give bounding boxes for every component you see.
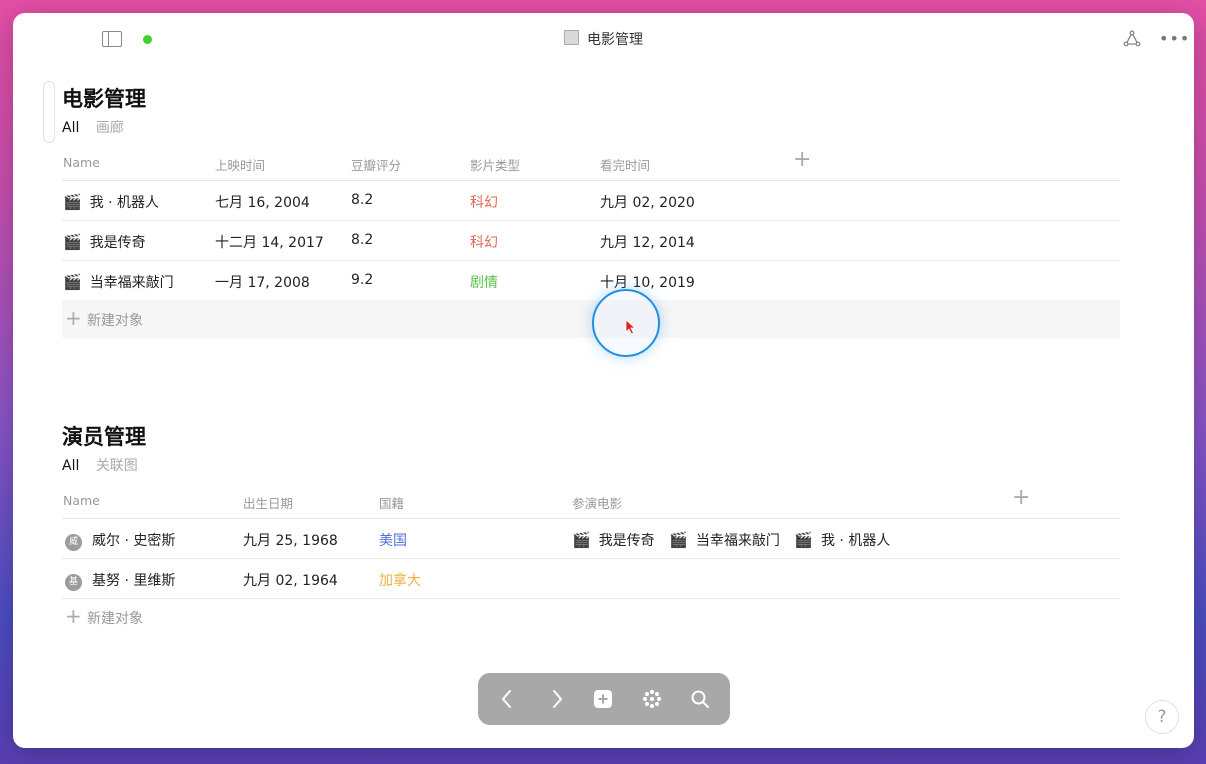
column-header[interactable]: 出生日期 bbox=[243, 493, 293, 512]
cursor-icon bbox=[625, 319, 637, 335]
genre-tag: 剧情 bbox=[470, 275, 498, 291]
actors-view-tabs: All 关联图 bbox=[62, 455, 138, 475]
birth-date: 九月 02, 1964 bbox=[243, 573, 338, 589]
movie-name: 当幸福来敲门 bbox=[89, 275, 174, 291]
new-object-label: 新建对象 bbox=[87, 313, 143, 329]
tab-relation-graph[interactable]: 关联图 bbox=[96, 458, 138, 474]
release-date: 一月 17, 2008 bbox=[215, 275, 310, 291]
row-name-cell[interactable]: 威威尔 · 史密斯 bbox=[65, 530, 175, 551]
title-bar: 电影管理 ••• bbox=[13, 13, 1194, 65]
tab-gallery[interactable]: 画廊 bbox=[96, 120, 124, 136]
column-header[interactable]: 国籍 bbox=[379, 493, 404, 512]
country-tag: 美国 bbox=[379, 533, 407, 549]
movie-link[interactable]: 🎬 我是传奇 bbox=[572, 531, 655, 549]
table-row[interactable]: 🎬 我 · 机器人 七月 16, 2004 8.2 科幻 九月 02, 2020 bbox=[62, 181, 1120, 221]
clapperboard-icon: 🎬 bbox=[63, 233, 82, 251]
table-row[interactable]: 🎬 我是传奇 十二月 14, 2017 8.2 科幻 九月 12, 2014 bbox=[62, 221, 1120, 261]
movies-view-tabs: All 画廊 bbox=[62, 117, 124, 137]
watched-date: 九月 12, 2014 bbox=[600, 235, 695, 251]
rating: 8.2 bbox=[351, 192, 374, 208]
window-title: 电影管理 bbox=[13, 29, 1194, 49]
watched-date: 九月 02, 2020 bbox=[600, 195, 695, 211]
row-name-cell[interactable]: 🎬 当幸福来敲门 bbox=[63, 272, 174, 292]
column-header[interactable]: Name bbox=[63, 155, 100, 170]
tab-all[interactable]: All bbox=[62, 458, 79, 474]
movie-name: 我 · 机器人 bbox=[89, 195, 160, 211]
table-row[interactable]: 威威尔 · 史密斯 九月 25, 1968 美国 🎬 我是传奇 🎬 当幸福来敲门 🎬… bbox=[62, 519, 1120, 559]
movie-name: 我是传奇 bbox=[89, 235, 146, 251]
clapperboard-icon: 🎬 bbox=[63, 273, 82, 291]
table-row[interactable]: 🎬 当幸福来敲门 一月 17, 2008 9.2 剧情 十月 10, 2019 bbox=[62, 261, 1120, 301]
country-tag: 加拿大 bbox=[379, 573, 421, 589]
new-object-label: 新建对象 bbox=[87, 611, 143, 627]
add-column-button[interactable]: + bbox=[793, 149, 811, 171]
movie-link[interactable]: 🎬 当幸福来敲门 bbox=[669, 531, 780, 549]
row-name-cell[interactable]: 🎬 我是传奇 bbox=[63, 232, 146, 252]
column-header[interactable]: 看完时间 bbox=[600, 155, 650, 174]
back-icon[interactable] bbox=[495, 687, 519, 711]
actors-section-title: 演员管理 bbox=[62, 425, 146, 449]
avatar: 基 bbox=[65, 574, 82, 591]
genre-tag: 科幻 bbox=[470, 195, 498, 211]
new-object-row[interactable]: + 新建对象 bbox=[62, 598, 1120, 636]
avatar: 威 bbox=[65, 534, 82, 551]
more-icon[interactable]: ••• bbox=[1159, 29, 1190, 48]
watched-date: 十月 10, 2019 bbox=[600, 275, 695, 291]
plus-icon: + bbox=[65, 306, 82, 330]
app-window: 电影管理 ••• 电影管理 All 画廊 Name 上映时间 豆瓣评分 影片类型… bbox=[13, 13, 1194, 748]
help-button[interactable]: ? bbox=[1145, 700, 1179, 734]
birth-date: 九月 25, 1968 bbox=[243, 533, 338, 549]
actor-name: 基努 · 里维斯 bbox=[92, 573, 176, 589]
release-date: 七月 16, 2004 bbox=[215, 195, 310, 211]
rating: 9.2 bbox=[351, 272, 374, 288]
window-title-text: 电影管理 bbox=[587, 32, 643, 48]
row-name-cell[interactable]: 🎬 我 · 机器人 bbox=[63, 192, 159, 212]
page-outline-handle[interactable] bbox=[43, 81, 55, 143]
clapperboard-icon: 🎬 bbox=[669, 531, 688, 549]
movie-link[interactable]: 🎬 我 · 机器人 bbox=[794, 531, 890, 549]
apps-icon[interactable] bbox=[640, 687, 664, 711]
share-icon[interactable] bbox=[1123, 30, 1141, 48]
genre-tag: 科幻 bbox=[470, 235, 498, 251]
new-object-row[interactable]: + 新建对象 bbox=[62, 300, 1120, 338]
movies-header-row: Name 上映时间 豆瓣评分 影片类型 看完时间 + bbox=[62, 144, 1120, 181]
actors-header-row: Name 出生日期 国籍 参演电影 + bbox=[62, 482, 1120, 519]
bottom-toolbar bbox=[478, 673, 730, 725]
row-name-cell[interactable]: 基基努 · 里维斯 bbox=[65, 570, 175, 591]
column-header[interactable]: 上映时间 bbox=[215, 155, 265, 174]
actor-name: 威尔 · 史密斯 bbox=[92, 533, 176, 549]
release-date: 十二月 14, 2017 bbox=[215, 235, 324, 251]
movies-cell: 🎬 我是传奇 🎬 当幸福来敲门 🎬 我 · 机器人 bbox=[572, 530, 900, 550]
search-icon[interactable] bbox=[688, 687, 712, 711]
forward-icon[interactable] bbox=[545, 687, 569, 711]
rating: 8.2 bbox=[351, 232, 374, 248]
add-icon[interactable] bbox=[591, 687, 615, 711]
column-header[interactable]: Name bbox=[63, 493, 100, 508]
column-header[interactable]: 参演电影 bbox=[572, 493, 622, 512]
clapperboard-icon: 🎬 bbox=[572, 531, 591, 549]
column-header[interactable]: 豆瓣评分 bbox=[351, 155, 401, 174]
table-row[interactable]: 基基努 · 里维斯 九月 02, 1964 加拿大 bbox=[62, 559, 1120, 599]
plus-icon: + bbox=[65, 604, 82, 628]
add-column-button[interactable]: + bbox=[1012, 487, 1030, 509]
column-header[interactable]: 影片类型 bbox=[470, 155, 520, 174]
tab-all[interactable]: All bbox=[62, 120, 79, 136]
clapperboard-icon: 🎬 bbox=[794, 531, 813, 549]
movies-section-title: 电影管理 bbox=[62, 87, 146, 111]
clapperboard-icon: 🎬 bbox=[63, 193, 82, 211]
document-icon bbox=[564, 30, 579, 45]
